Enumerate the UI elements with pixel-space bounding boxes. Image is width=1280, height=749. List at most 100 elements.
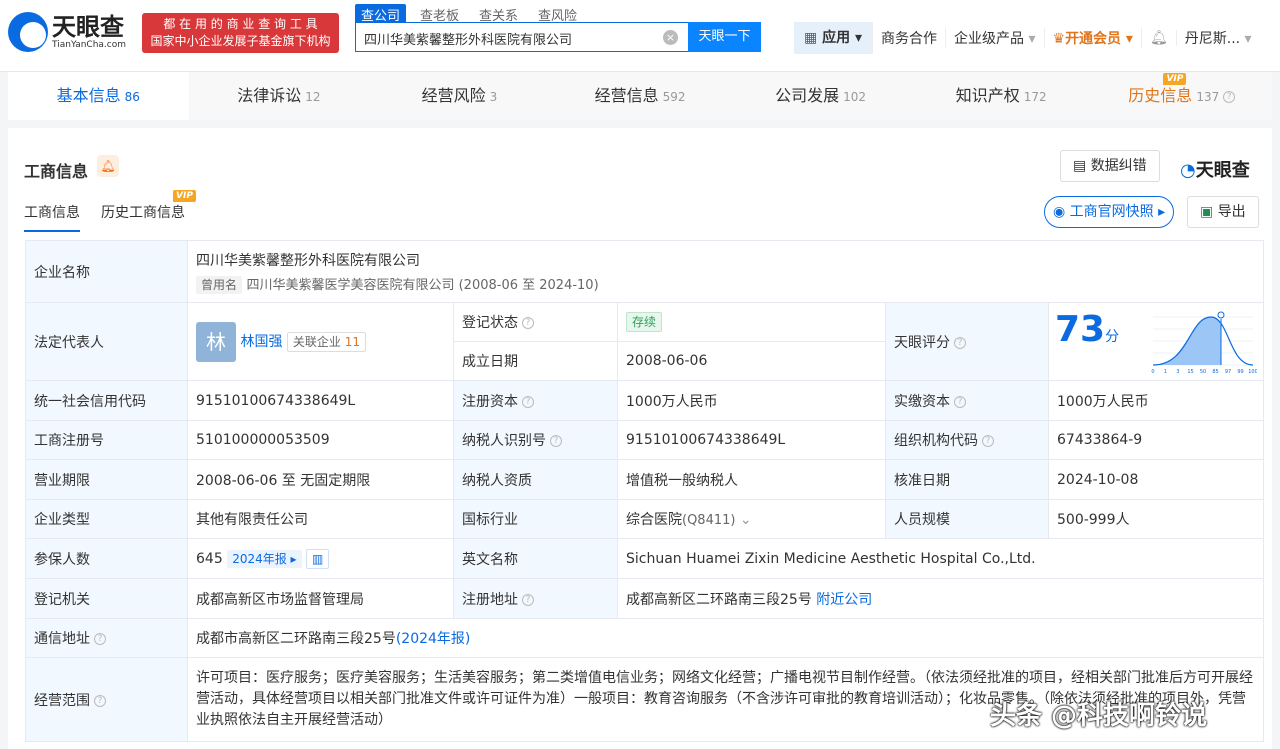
- tab-label: 法律诉讼: [237, 86, 302, 105]
- label: 组织机构代码: [894, 433, 978, 449]
- subscribe-bell-icon[interactable]: 🔔︎: [97, 155, 119, 177]
- label: 营业期限: [25, 459, 188, 500]
- vip-badge: VIP: [173, 190, 196, 202]
- related-label: 关联企业: [292, 334, 341, 349]
- help-icon[interactable]: ?: [954, 395, 966, 408]
- main-tabs: 基本信息 86 法律诉讼 12 经营风险 3 经营信息 592 公司发展 102 知识产权…: [8, 72, 1272, 120]
- official-snapshot-button[interactable]: ◉ 工商官网快照 ▸: [1044, 196, 1175, 228]
- annual-report-button[interactable]: 2024年报 ▸: [227, 549, 302, 568]
- paid-capital: 1000万人民币: [1047, 380, 1265, 421]
- brand-text: 天眼查: [1195, 160, 1250, 181]
- tab-basic-info[interactable]: 基本信息 86: [8, 72, 189, 120]
- subtab-label: 历史工商信息: [101, 205, 185, 221]
- table-row: 营业期限 2008-06-06 至 无固定期限 纳税人资质 增值税一般纳税人 核准日期 2…: [25, 459, 1265, 500]
- tab-count: 172: [1023, 90, 1047, 104]
- tab-count: 12: [305, 90, 321, 104]
- correction-label: 数据纠错: [1090, 158, 1147, 174]
- slogan-banner[interactable]: 都 在 用 的 商 业 查 询 工 具国家中小企业发展子基金旗下机构: [142, 13, 339, 53]
- taxpayer-id: 91510100674338649L: [617, 420, 886, 460]
- logo[interactable]: 天眼查 TianYanCha.com: [8, 12, 126, 52]
- label: 实缴资本: [894, 393, 950, 410]
- label: 企业类型: [25, 499, 188, 539]
- related-companies-button[interactable]: 关联企业 11: [286, 331, 367, 352]
- search-input[interactable]: 四川华美紫馨整形外科医院有限公司 ×: [355, 22, 688, 52]
- industry: 综合医院: [626, 512, 682, 528]
- correction-button[interactable]: ▤ 数据纠错: [1060, 150, 1160, 182]
- help-icon[interactable]: ?: [954, 336, 966, 349]
- help-icon[interactable]: ?: [550, 435, 562, 447]
- score-cell[interactable]: 73分 0 1 3 15 50 85 97 99 100: [1047, 302, 1265, 381]
- help-icon[interactable]: ?: [522, 593, 534, 606]
- tab-label: 公司发展: [775, 86, 840, 105]
- label: 企业名称: [25, 240, 188, 303]
- snapshot-label: 工商官网快照: [1069, 204, 1154, 220]
- chart-icon[interactable]: ▥: [306, 548, 330, 569]
- registered-address: 成都高新区二环路南三段25号: [626, 591, 812, 608]
- tab-history[interactable]: 历史信息 137? VIP: [1091, 72, 1272, 120]
- former-name-tag: 曾用名: [196, 275, 243, 294]
- industry-dropdown[interactable]: 综合医院(Q8411) ⌄: [617, 499, 886, 539]
- subtab-history-info[interactable]: 历史工商信息 VIP: [101, 190, 196, 222]
- score-tick-label: 1: [1164, 369, 1167, 375]
- export-button[interactable]: ▣ 导出: [1187, 196, 1259, 228]
- clear-icon[interactable]: ×: [663, 30, 678, 45]
- export-label: 导出: [1217, 204, 1246, 220]
- label: 登记机关: [25, 578, 188, 619]
- help-icon[interactable]: ?: [94, 694, 106, 707]
- year-label: 2024年报: [232, 551, 287, 566]
- vip-menu[interactable]: ♛开通会员 ▾: [1045, 28, 1142, 48]
- label: 工商注册号: [25, 420, 188, 460]
- rep-name[interactable]: 林国强: [240, 334, 282, 350]
- registration-number: 510100000053509: [187, 420, 454, 460]
- apps-menu[interactable]: ▦ 应用 ▾: [794, 22, 874, 54]
- tab-ip[interactable]: 知识产权 172: [911, 72, 1092, 120]
- tab-count: 86: [124, 90, 140, 104]
- score-tick-label: 3: [1176, 369, 1179, 375]
- former-name: 四川华美紫馨医学美容医院有限公司 (2008-06 至 2024-10): [246, 277, 599, 293]
- tab-risk[interactable]: 经营风险 3: [369, 72, 550, 120]
- help-icon[interactable]: ?: [522, 317, 534, 329]
- vip-badge: VIP: [1163, 73, 1187, 85]
- business-term: 2008-06-06 至 无固定期限: [187, 459, 454, 500]
- slogan-line2: 国家中小企业发展子基金旗下机构: [150, 34, 331, 48]
- score-unit: 分: [1105, 328, 1120, 345]
- label: 人员规模: [885, 499, 1049, 539]
- help-icon[interactable]: ?: [94, 633, 106, 645]
- user-menu[interactable]: 丹尼斯... ▾: [1177, 28, 1260, 48]
- enterprise-menu[interactable]: 企业级产品 ▾: [946, 28, 1045, 48]
- help-icon[interactable]: ?: [1223, 90, 1236, 103]
- tab-operation[interactable]: 经营信息 592: [550, 72, 731, 120]
- score-tick-label: 15: [1187, 369, 1193, 375]
- tab-count: 592: [662, 90, 686, 104]
- logo-text: 天眼查: [52, 13, 124, 41]
- brand-logo: ◔天眼查: [1180, 160, 1250, 181]
- rep-avatar[interactable]: 林: [196, 321, 236, 362]
- score-value: 73: [1055, 308, 1106, 350]
- label: 国标行业: [453, 499, 618, 539]
- business-link[interactable]: 商务合作: [873, 28, 947, 48]
- english-name: Sichuan Huamei Zixin Medicine Aesthetic …: [616, 538, 1265, 579]
- logo-mark-icon: [8, 12, 48, 52]
- nearby-companies-link[interactable]: 附近公司: [816, 592, 872, 608]
- apps-label: 应用: [822, 30, 851, 46]
- grid-icon: ▦: [804, 30, 823, 46]
- top-nav: ▦ 应用 ▾ 商务合作 企业级产品 ▾ ♛开通会员 ▾ 🔔︎ 丹尼斯... ▾: [794, 22, 1260, 54]
- subtab-business-info[interactable]: 工商信息: [24, 202, 80, 232]
- slogan-line1: 都 在 用 的 商 业 查 询 工 具: [163, 17, 318, 31]
- search-button[interactable]: 天眼一下: [688, 22, 761, 52]
- annual-report-link[interactable]: (2024年报): [396, 631, 471, 647]
- person-icon: ◉: [1053, 204, 1070, 220]
- insured-count: 645: [196, 550, 223, 567]
- tab-development[interactable]: 公司发展 102: [730, 72, 911, 120]
- tab-legal[interactable]: 法律诉讼 12: [189, 72, 370, 120]
- section-title: 工商信息: [24, 162, 89, 181]
- user-name: 丹尼斯...: [1184, 31, 1241, 47]
- tab-label: 知识产权: [955, 86, 1020, 105]
- help-icon[interactable]: ?: [982, 435, 994, 447]
- approval-date: 2024-10-08: [1047, 459, 1265, 500]
- table-row: 登记机关 成都高新区市场监督管理局 注册地址? 成都高新区二环路南三段25号 附近公司: [25, 578, 1265, 619]
- company-name: 四川华美紫馨整形外科医院有限公司: [196, 252, 420, 269]
- help-icon[interactable]: ?: [522, 395, 534, 408]
- bell-icon[interactable]: 🔔︎: [1142, 30, 1177, 46]
- label: 纳税人识别号: [462, 433, 546, 449]
